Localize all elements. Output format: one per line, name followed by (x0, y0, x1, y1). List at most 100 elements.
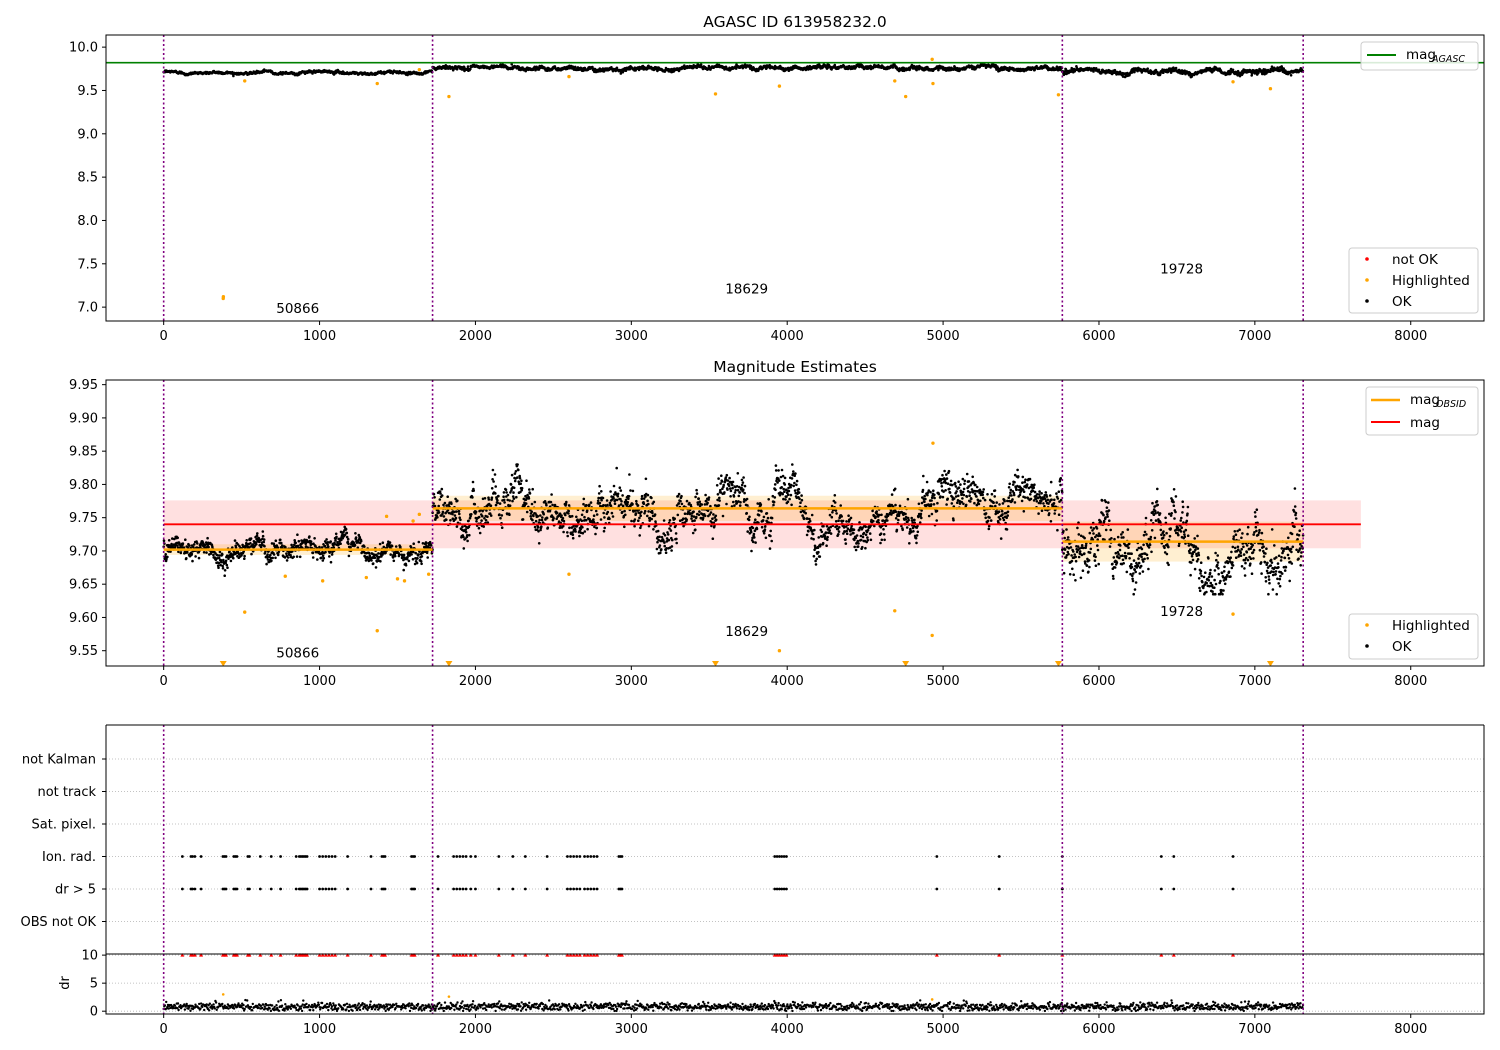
ok-point (388, 541, 392, 544)
ok-point (562, 530, 565, 534)
ok-point (792, 484, 795, 488)
ok-point (733, 504, 736, 507)
ok-point (592, 518, 595, 521)
ok-point (232, 556, 235, 560)
ok-point (761, 519, 765, 522)
ok-point (660, 548, 663, 551)
ok-point (716, 493, 720, 496)
ok-point (793, 489, 797, 492)
ok-point (742, 476, 745, 479)
ok-point (508, 499, 512, 502)
ok-point (718, 499, 721, 502)
ok-point (285, 552, 288, 555)
ok-point (440, 487, 444, 491)
ok-point (636, 504, 640, 507)
ok-point (663, 541, 666, 544)
ok-point (777, 469, 780, 472)
highlighted-point (243, 79, 247, 83)
ok-point (533, 525, 537, 529)
ok-point (506, 493, 510, 497)
ok-point (652, 528, 655, 531)
ok-point (618, 486, 622, 490)
ok-point (767, 498, 770, 501)
ok-point (496, 501, 500, 505)
ok-point (276, 553, 280, 557)
ok-point (837, 530, 841, 533)
ok-point (345, 531, 349, 535)
ok-point (746, 530, 749, 533)
ok-point (451, 512, 454, 516)
ok-point (828, 529, 831, 532)
x-tick-label: 3000 (615, 329, 648, 344)
ok-point (534, 519, 538, 523)
ok-point (797, 487, 801, 491)
ok-point (715, 484, 719, 487)
ok-point (728, 487, 732, 490)
ok-point (471, 480, 475, 484)
ok-point (475, 520, 478, 523)
ok-point (519, 482, 522, 486)
ok-point (714, 514, 718, 518)
ok-point (496, 499, 499, 502)
ok-point (466, 539, 469, 543)
ok-point (691, 531, 695, 535)
ok-point (549, 500, 553, 504)
ok-point (539, 514, 542, 517)
ok-point (629, 489, 632, 492)
ok-point (616, 492, 620, 496)
ok-point (797, 491, 801, 494)
ok-point (578, 534, 581, 538)
ok-point (566, 534, 569, 538)
ok-point (690, 517, 693, 520)
ok-point (769, 529, 772, 533)
ok-point (492, 480, 495, 483)
ok-point (841, 519, 845, 523)
ok-point (265, 562, 268, 566)
obsid-label: 50866 (276, 301, 319, 317)
ok-point (643, 509, 647, 513)
ok-point (567, 509, 570, 513)
ok-point (831, 511, 834, 514)
legend-ok-swatch (1365, 299, 1369, 303)
ok-point (433, 504, 437, 508)
x-tick-label: 4000 (771, 329, 804, 344)
ok-point (514, 470, 518, 473)
ok-point (670, 549, 673, 552)
ok-point (464, 528, 468, 531)
ok-point (499, 516, 502, 520)
ok-point (616, 495, 620, 498)
ok-point (502, 498, 506, 502)
ok-point (660, 535, 664, 539)
ok-point (254, 543, 258, 546)
ok-point (531, 487, 534, 491)
ok-point (757, 513, 761, 517)
ok-point (813, 528, 816, 532)
ok-point (650, 517, 653, 521)
ok-point (811, 532, 815, 536)
ok-point (538, 518, 541, 522)
ok-point (674, 532, 678, 535)
ok-point (675, 541, 678, 545)
ok-point (483, 497, 487, 500)
ok-point (844, 542, 848, 545)
ok-point (461, 525, 464, 528)
ok-point (804, 511, 807, 515)
ok-point (740, 483, 744, 487)
ok-point (703, 514, 707, 518)
ok-point (536, 515, 540, 518)
y-tick-label: 8.5 (77, 171, 98, 186)
ok-point (327, 545, 330, 548)
ok-point (709, 504, 712, 508)
ok-point (263, 544, 266, 548)
ok-point (783, 490, 786, 494)
ok-point (255, 534, 259, 537)
ok-point (786, 500, 790, 504)
ok-point (353, 543, 357, 547)
ok-point (529, 515, 532, 518)
ok-point (346, 537, 350, 541)
ok-point (225, 563, 229, 567)
ok-point (763, 528, 767, 531)
ok-point (762, 515, 766, 519)
ok-point (524, 502, 528, 505)
ok-point (606, 503, 609, 507)
